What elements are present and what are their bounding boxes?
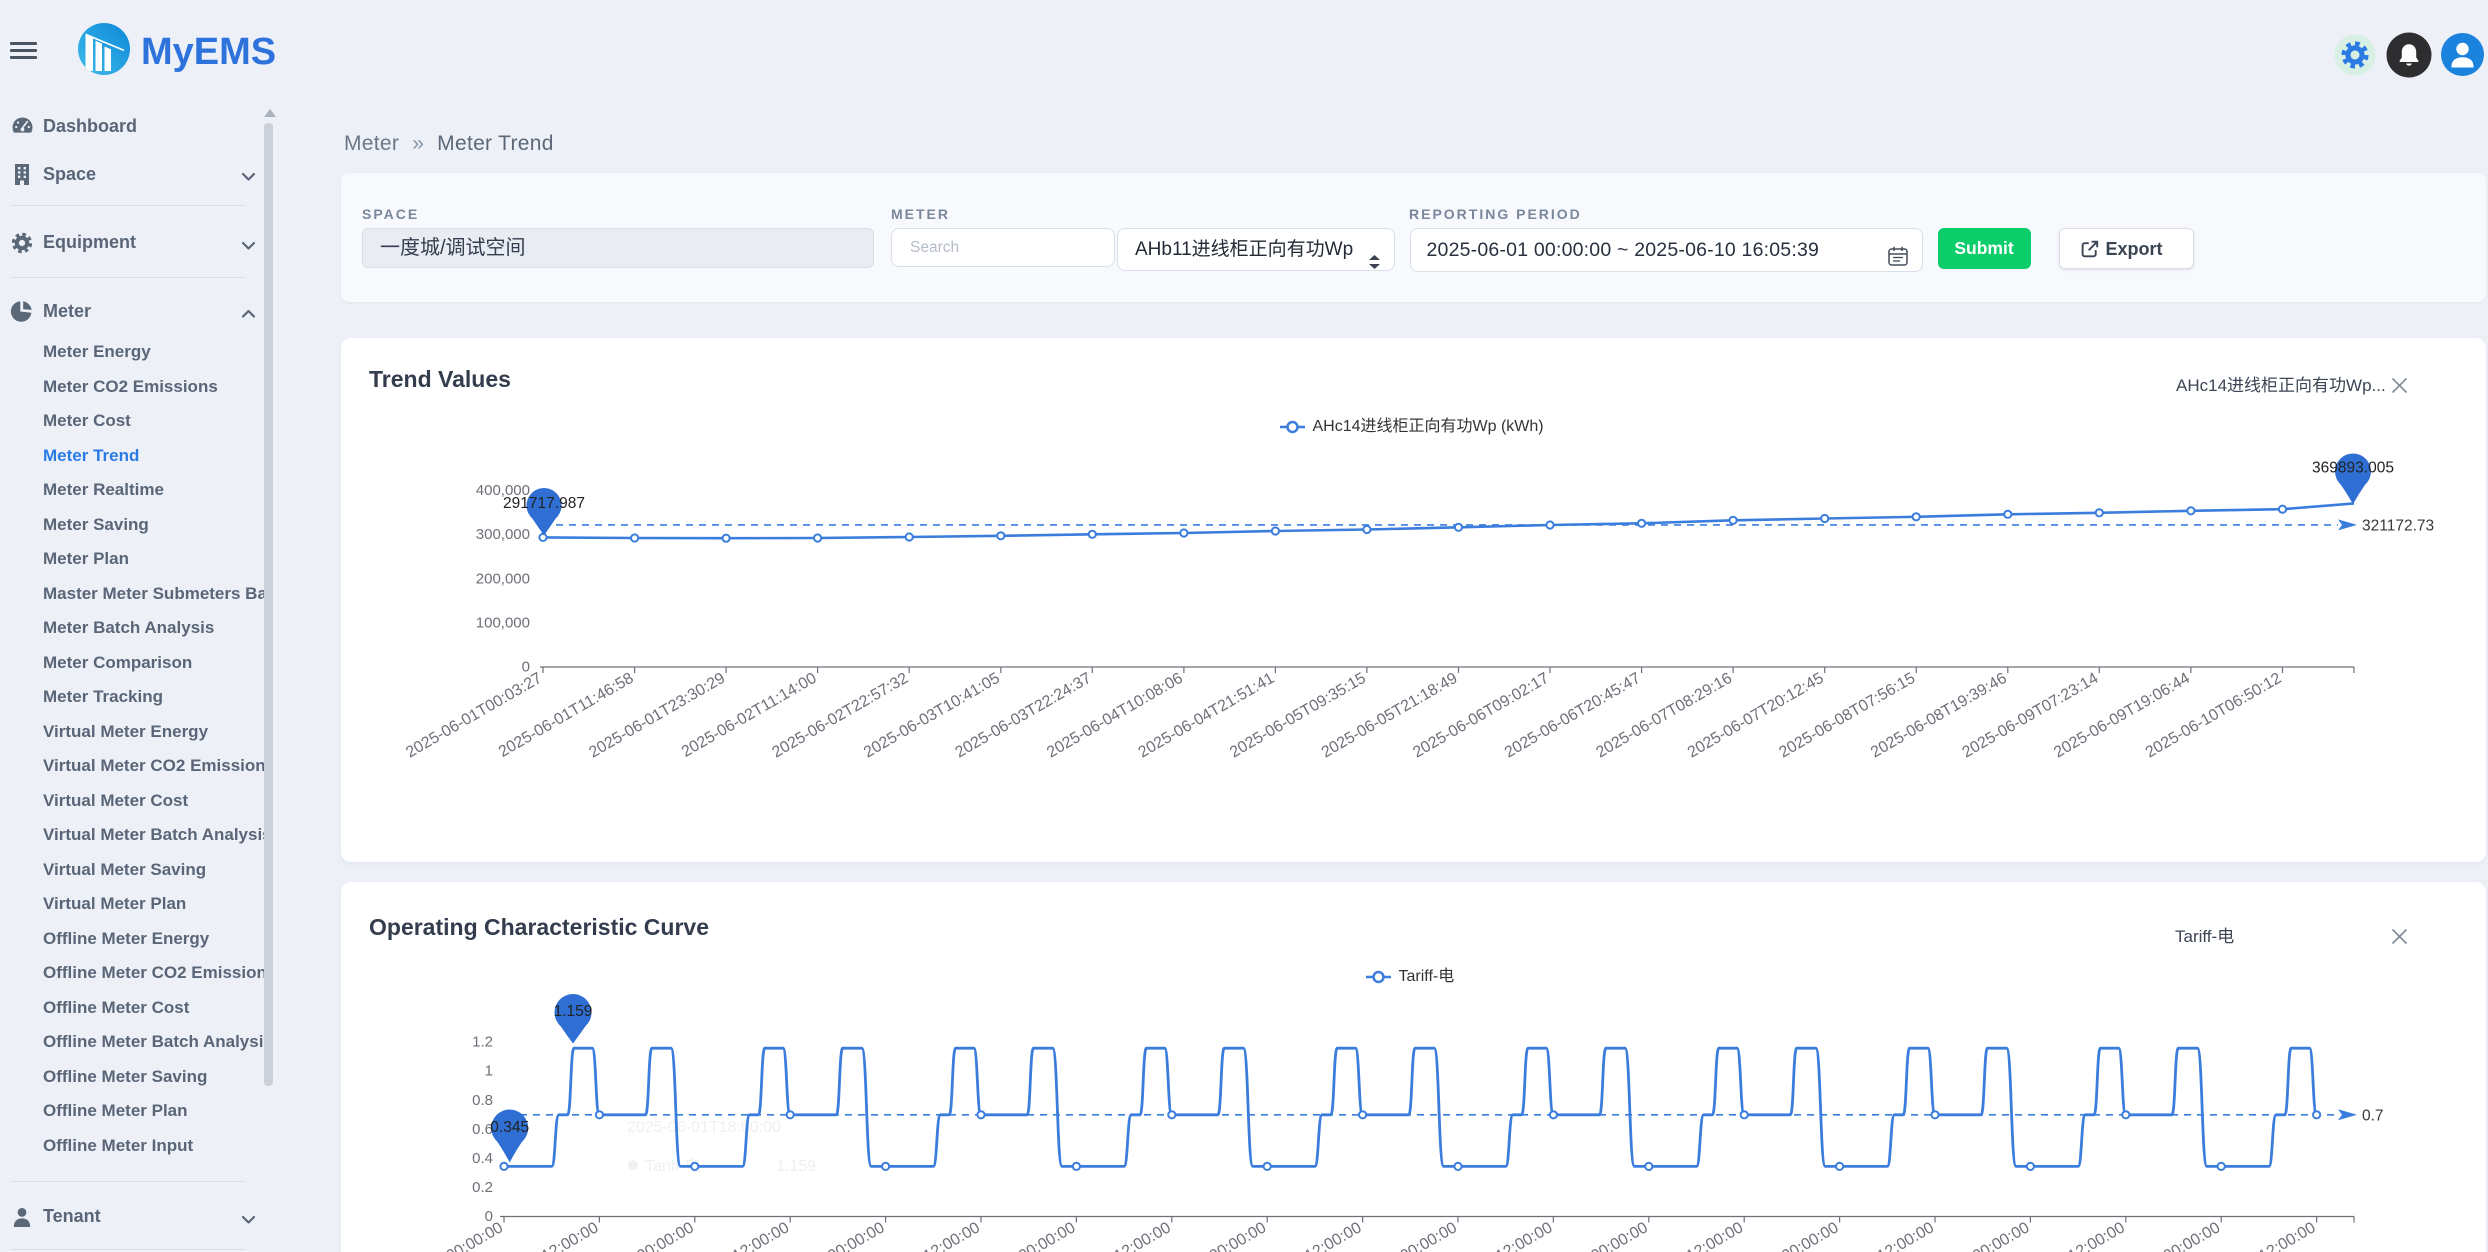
svg-text:12:00:00: 12:00:00 [1302,1219,1365,1252]
svg-text:100,000: 100,000 [476,615,530,632]
svg-text:00:00:00: 00:00:00 [1970,1219,2033,1252]
svg-text:300,000: 300,000 [476,526,530,543]
svg-text:1.159: 1.159 [554,1003,593,1020]
svg-text:1.2: 1.2 [472,1034,493,1051]
svg-text:12:00:00: 12:00:00 [730,1219,793,1252]
svg-text:00:00:00: 00:00:00 [444,1219,507,1252]
svg-text:0.7: 0.7 [2362,1107,2384,1124]
svg-text:321172.73: 321172.73 [2362,517,2434,534]
svg-text:200,000: 200,000 [476,570,530,587]
svg-text:00:00:00: 00:00:00 [1398,1219,1461,1252]
svg-text:00:00:00: 00:00:00 [1207,1219,1270,1252]
svg-text:00:00:00: 00:00:00 [634,1219,697,1252]
svg-text:12:00:00: 12:00:00 [1875,1219,1938,1252]
svg-text:00:00:00: 00:00:00 [825,1219,888,1252]
svg-text:12:00:00: 12:00:00 [2256,1219,2319,1252]
svg-text:00:00:00: 00:00:00 [2161,1219,2224,1252]
svg-text:291717.987: 291717.987 [503,495,585,512]
svg-text:12:00:00: 12:00:00 [1493,1219,1556,1252]
svg-text:0.345: 0.345 [490,1119,529,1136]
svg-text:1.159: 1.159 [776,1158,816,1175]
svg-text:00:00:00: 00:00:00 [1779,1219,1842,1252]
svg-text:12:00:00: 12:00:00 [539,1219,602,1252]
svg-text:12:00:00: 12:00:00 [1111,1219,1174,1252]
svg-text:0: 0 [522,659,530,676]
svg-text:0.4: 0.4 [472,1150,493,1167]
svg-text:2025-06-01T18:00:00: 2025-06-01T18:00:00 [627,1119,781,1136]
svg-text:00:00:00: 00:00:00 [1588,1219,1651,1252]
svg-text:12:00:00: 12:00:00 [2065,1219,2128,1252]
svg-text:0.2: 0.2 [472,1179,493,1196]
svg-text:12:00:00: 12:00:00 [1684,1219,1747,1252]
svg-text:1: 1 [485,1063,493,1080]
svg-text:12:00:00: 12:00:00 [921,1219,984,1252]
svg-text:0.8: 0.8 [472,1092,493,1109]
svg-text:00:00:00: 00:00:00 [1016,1219,1079,1252]
svg-text:369893.005: 369893.005 [2312,460,2394,477]
